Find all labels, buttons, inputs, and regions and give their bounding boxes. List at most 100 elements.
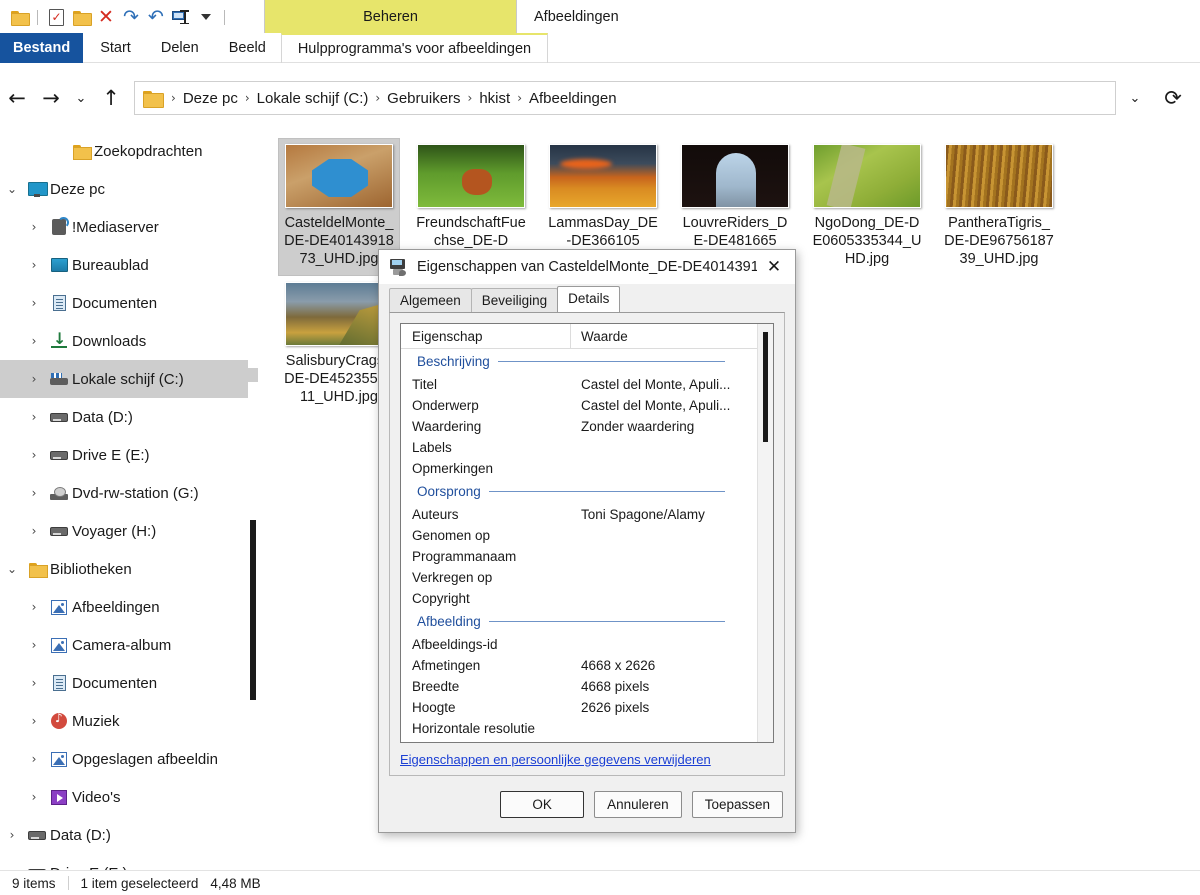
- sidebar-item-deze-pc[interactable]: ⌄ Deze pc: [0, 170, 248, 208]
- delete-icon[interactable]: ✕: [95, 6, 117, 28]
- properties-row[interactable]: Horizontale resolutie: [401, 718, 757, 739]
- properties-row[interactable]: Labels: [401, 437, 757, 458]
- redo-icon[interactable]: ↷: [120, 6, 142, 28]
- sidebar-item-data-d[interactable]: › Data (D:): [0, 816, 248, 854]
- navigation-pane[interactable]: Zoekopdrachten ⌄ Deze pc › !Mediaserver › Bure…: [0, 132, 248, 870]
- sidebar-item-documenten[interactable]: › Documenten: [0, 664, 248, 702]
- tab-algemeen[interactable]: Algemeen: [389, 288, 472, 312]
- breadcrumb-deze-pc[interactable]: Deze pc: [179, 90, 242, 107]
- property-value[interactable]: Zonder waardering: [571, 419, 757, 434]
- tab-beveiliging[interactable]: Beveiliging: [470, 288, 559, 312]
- folder-icon[interactable]: [8, 6, 30, 28]
- sidebar-item-documenten[interactable]: › Documenten: [0, 284, 248, 322]
- sidebar-scrollbar-thumb[interactable]: [250, 520, 256, 700]
- address-bar[interactable]: › Deze pc › Lokale schijf (C:) › Gebruik…: [134, 81, 1116, 115]
- sidebar-item-data-d[interactable]: › Data (D:): [0, 398, 248, 436]
- sidebar-item-lokale-schijf-c[interactable]: › Lokale schijf (C:): [0, 360, 248, 398]
- up-button[interactable]: ↑: [94, 81, 128, 115]
- property-value[interactable]: 4668 x 2626: [571, 658, 757, 673]
- sidebar-item-video-s[interactable]: › Video's: [0, 778, 248, 816]
- properties-row[interactable]: Onderwerp Castel del Monte, Apuli...: [401, 395, 757, 416]
- sidebar-item-mediaserver[interactable]: › !Mediaserver: [0, 208, 248, 246]
- new-folder-icon[interactable]: [70, 6, 92, 28]
- sidebar-item-drive-e-e[interactable]: ›Drive E (E:): [0, 854, 248, 870]
- undo-icon[interactable]: ↶: [145, 6, 167, 28]
- breadcrumb-afbeeldingen[interactable]: Afbeeldingen: [525, 90, 621, 107]
- properties-dialog[interactable]: Eigenschappen van CasteldelMonte_DE-DE40…: [378, 249, 796, 833]
- properties-row[interactable]: Breedte 4668 pixels: [401, 676, 757, 697]
- sidebar-item-bureaublad[interactable]: › Bureaublad: [0, 246, 248, 284]
- properties-check-icon[interactable]: ✓: [45, 6, 67, 28]
- file-tile[interactable]: NgoDong_DE-DE0605335344_UHD.jpg: [806, 138, 928, 276]
- chevron-right-icon[interactable]: ›: [22, 258, 46, 272]
- sidebar-item-downloads[interactable]: › Downloads: [0, 322, 248, 360]
- tab-hulpprogrammas-voor-afbeeldingen[interactable]: Hulpprogramma's voor afbeeldingen: [280, 33, 549, 63]
- customize-chevron-down-icon[interactable]: [195, 6, 217, 28]
- chevron-right-icon[interactable]: ›: [22, 638, 46, 652]
- breadcrumb-lokale-schijf[interactable]: Lokale schijf (C:): [253, 90, 373, 107]
- recent-locations-chevron-down-icon[interactable]: ⌄: [68, 81, 94, 115]
- apply-button[interactable]: Toepassen: [691, 790, 783, 818]
- sidebar-item-voyager-h[interactable]: › Voyager (H:): [0, 512, 248, 550]
- sidebar-item-camera-album[interactable]: › Camera-album: [0, 626, 248, 664]
- breadcrumb-hkist[interactable]: hkist: [475, 90, 514, 107]
- chevron-right-icon[interactable]: ›: [22, 676, 46, 690]
- back-button[interactable]: ←: [0, 81, 34, 115]
- chevron-right-icon[interactable]: ›: [22, 220, 46, 234]
- chevron-right-icon[interactable]: ›: [22, 524, 46, 538]
- sidebar-item-dvd-rw-station-g[interactable]: › Dvd-rw-station (G:): [0, 474, 248, 512]
- chevron-right-icon[interactable]: ›: [22, 448, 46, 462]
- tab-start[interactable]: Start: [85, 33, 146, 63]
- properties-row[interactable]: Programmanaam: [401, 546, 757, 567]
- chevron-right-icon[interactable]: ›: [22, 600, 46, 614]
- ok-button[interactable]: OK: [500, 790, 585, 818]
- properties-icon[interactable]: [170, 6, 192, 28]
- sidebar-scroll-marker[interactable]: [248, 368, 258, 382]
- sidebar-item-zoekopdrachten[interactable]: Zoekopdrachten: [0, 132, 248, 170]
- property-value[interactable]: 2626 pixels: [571, 700, 757, 715]
- property-value[interactable]: 4668 pixels: [571, 679, 757, 694]
- sidebar-item-afbeeldingen[interactable]: › Afbeeldingen: [0, 588, 248, 626]
- chevron-right-icon[interactable]: ›: [0, 828, 24, 842]
- properties-row[interactable]: Hoogte 2626 pixels: [401, 697, 757, 718]
- chevron-right-icon[interactable]: ›: [22, 334, 46, 348]
- properties-row[interactable]: Afmetingen 4668 x 2626: [401, 655, 757, 676]
- properties-table-panel[interactable]: Eigenschap Waarde Beschrijving Titel Caste…: [400, 323, 774, 743]
- properties-row[interactable]: Waardering Zonder waardering: [401, 416, 757, 437]
- refresh-icon[interactable]: ⟳: [1156, 81, 1190, 115]
- sidebar-item-muziek[interactable]: › Muziek: [0, 702, 248, 740]
- forward-button[interactable]: →: [34, 81, 68, 115]
- close-icon[interactable]: ✕: [757, 252, 791, 282]
- chevron-right-icon[interactable]: ›: [22, 486, 46, 500]
- chevron-right-icon[interactable]: ›: [22, 714, 46, 728]
- properties-scrollbar[interactable]: [757, 324, 773, 742]
- contextual-tab-manage[interactable]: Beheren: [264, 0, 517, 33]
- tab-delen[interactable]: Delen: [146, 33, 214, 63]
- address-chevron-down-icon[interactable]: ⌄: [1122, 81, 1148, 115]
- properties-row[interactable]: Verkregen op: [401, 567, 757, 588]
- tab-bestand[interactable]: Bestand: [0, 33, 84, 63]
- sidebar-item-drive-e-e[interactable]: ›Drive E (E:): [0, 436, 248, 474]
- properties-scrollbar-thumb[interactable]: [763, 332, 768, 442]
- property-value[interactable]: Toni Spagone/Alamy: [571, 507, 757, 522]
- remove-properties-link[interactable]: Eigenschappen en persoonlijke gegevens v…: [400, 752, 774, 767]
- properties-row[interactable]: Genomen op: [401, 525, 757, 546]
- sidebar-item-bibliotheken[interactable]: ⌄ Bibliotheken: [0, 550, 248, 588]
- chevron-down-icon[interactable]: ⌄: [0, 182, 24, 196]
- breadcrumb-gebruikers[interactable]: Gebruikers: [383, 90, 464, 107]
- property-value[interactable]: Castel del Monte, Apuli...: [571, 377, 757, 392]
- cancel-button[interactable]: Annuleren: [594, 790, 682, 818]
- properties-row[interactable]: Copyright: [401, 588, 757, 609]
- properties-row[interactable]: Opmerkingen: [401, 458, 757, 479]
- properties-row[interactable]: Auteurs Toni Spagone/Alamy: [401, 504, 757, 525]
- chevron-right-icon[interactable]: ›: [22, 790, 46, 804]
- properties-row[interactable]: Titel Castel del Monte, Apuli...: [401, 374, 757, 395]
- file-tile[interactable]: PantheraTigris_DE-DE9675618739_UHD.jpg: [938, 138, 1060, 276]
- tab-beeld[interactable]: Beeld: [214, 33, 281, 63]
- chevron-right-icon[interactable]: ›: [22, 372, 46, 386]
- sidebar-item-opgeslagen-afbeeldin[interactable]: › Opgeslagen afbeeldin: [0, 740, 248, 778]
- chevron-right-icon[interactable]: ›: [22, 752, 46, 766]
- property-value[interactable]: Castel del Monte, Apuli...: [571, 398, 757, 413]
- chevron-right-icon[interactable]: ›: [22, 296, 46, 310]
- tab-details[interactable]: Details: [557, 286, 621, 312]
